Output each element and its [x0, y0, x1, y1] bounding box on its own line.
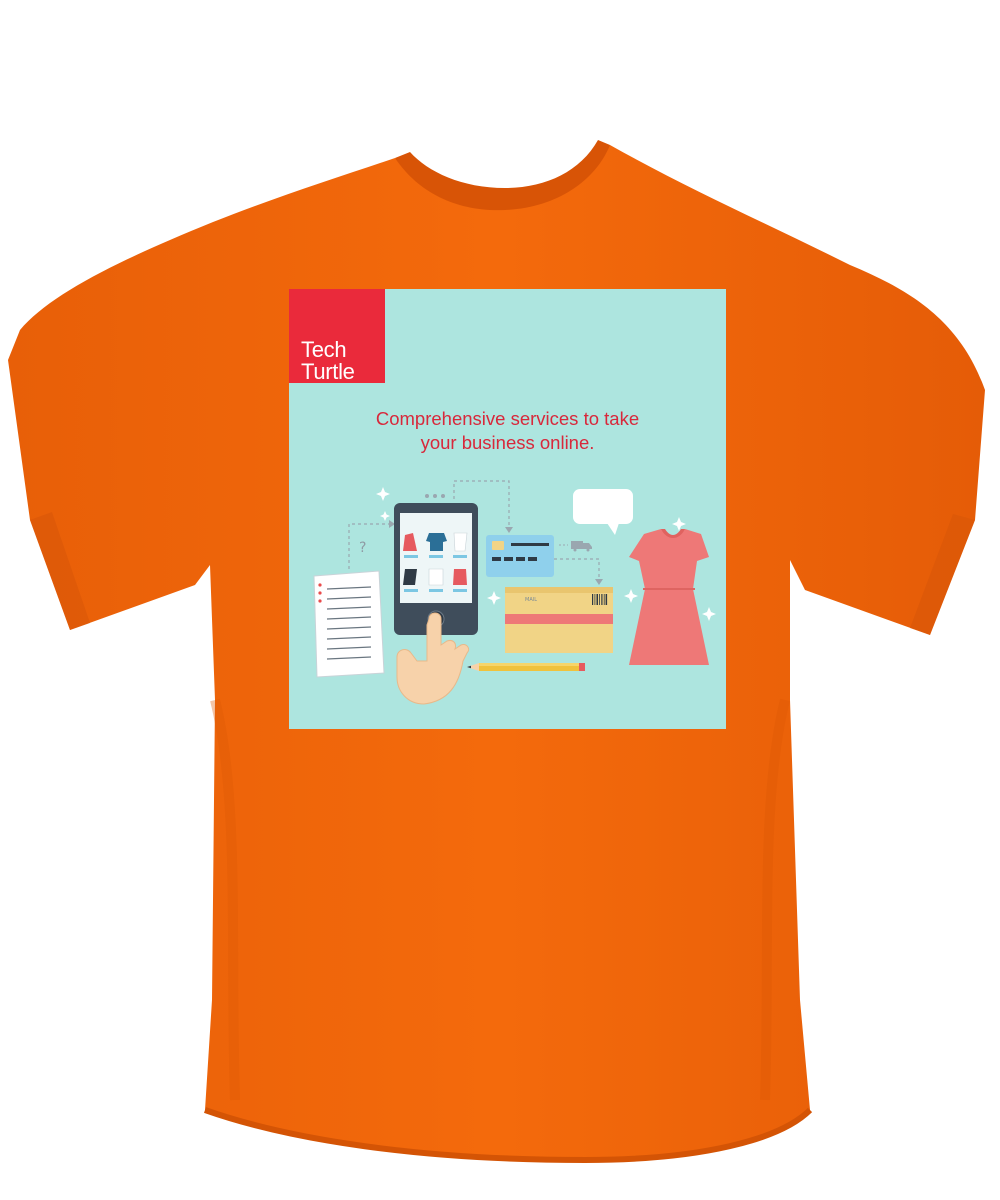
arrow-icon [505, 527, 513, 533]
credit-card-icon [486, 535, 554, 577]
document-icon [313, 570, 385, 678]
arrow-icon [595, 579, 603, 585]
dress-icon [629, 529, 709, 665]
shipping-box-icon: MAIL [505, 587, 613, 653]
box-label: MAIL [525, 597, 537, 603]
speech-bubble-icon [573, 489, 633, 535]
print-design: Tech Turtle Comprehensive services to ta… [289, 289, 726, 729]
product-mockup: Tech Turtle Comprehensive services to ta… [0, 0, 1000, 1200]
ecommerce-illustration: ? MAIL [313, 480, 716, 705]
truck-icon [559, 541, 592, 552]
pencil-icon [467, 663, 585, 671]
question-icon: ? [359, 540, 366, 556]
